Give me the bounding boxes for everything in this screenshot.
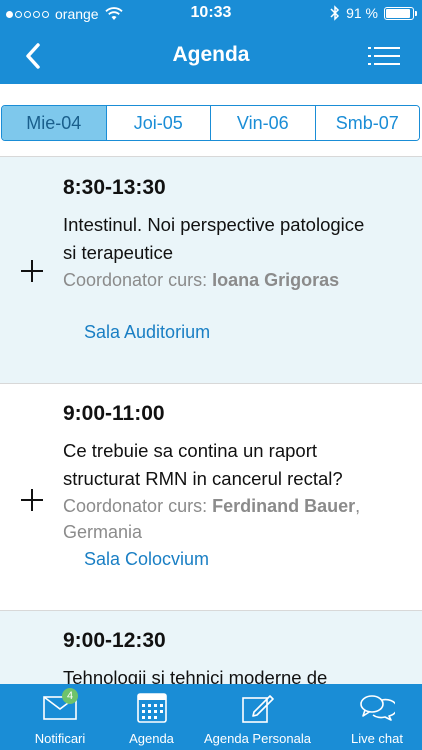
session-list: 8:30-13:30 Intestinul. Noi perspective p…	[0, 157, 422, 684]
bluetooth-icon	[330, 5, 340, 21]
coordinator-country: Germania	[63, 522, 143, 542]
session-row[interactable]: 9:00-11:00 Ce trebuie sa contina un rapo…	[0, 384, 422, 611]
session-topic: Tehnologii si tehnici moderne de	[63, 664, 403, 684]
tab-label: Agenda Personala	[204, 731, 311, 746]
session-time: 9:00-12:30	[63, 629, 166, 652]
list-menu-icon	[368, 47, 400, 65]
nav-bar: Agenda	[0, 28, 422, 84]
add-to-personal-agenda-icon[interactable]	[20, 488, 44, 512]
calendar-icon	[132, 689, 172, 727]
tab-live-chat[interactable]: Live chat	[332, 684, 422, 750]
battery-level	[386, 8, 410, 18]
session-row[interactable]: 9:00-12:30 Tehnologii si tehnici moderne…	[0, 611, 422, 684]
bottom-tab-bar: 4 Notificari Agenda Agenda Personala Liv…	[0, 684, 422, 750]
day-tab-joi-05[interactable]: Joi-05	[106, 106, 211, 140]
session-topic-line: Ce trebuie sa contina un raport	[63, 440, 318, 461]
session-topic-line: si terapeutice	[63, 242, 174, 263]
session-topic-line: structurat RMN in cancerul rectal?	[63, 468, 343, 489]
session-details: 9:00-11:00 Ce trebuie sa contina un rapo…	[63, 400, 403, 571]
session-coordinator: Coordonator curs: Ioana Grigoras	[63, 267, 403, 293]
tab-label: Agenda	[129, 731, 174, 746]
session-coordinator: Coordonator curs: Ferdinand Bauer, Germa…	[63, 493, 403, 545]
day-tab-vin-06[interactable]: Vin-06	[211, 106, 316, 140]
session-topic: Ce trebuie sa contina un raport structur…	[63, 437, 403, 493]
session-time: 9:00-11:00	[63, 402, 165, 425]
session-room[interactable]: Sala Colocvium	[63, 547, 403, 571]
edit-note-icon	[238, 689, 278, 727]
coordinator-name: Ioana Grigoras	[212, 270, 340, 290]
chat-bubbles-icon	[357, 689, 397, 727]
notification-badge: 4	[62, 688, 78, 704]
tab-agenda-personala[interactable]: Agenda Personala	[183, 684, 332, 750]
session-details: 9:00-12:30 Tehnologii si tehnici moderne…	[63, 627, 403, 684]
coordinator-name: Ferdinand Bauer	[212, 496, 356, 516]
tab-label: Live chat	[350, 731, 404, 746]
coordinator-label: Coordonator curs:	[63, 496, 208, 516]
day-tab-mie-04[interactable]: Mie-04	[2, 106, 107, 140]
session-topic: Intestinul. Noi perspective patologice s…	[63, 211, 403, 267]
session-details: 8:30-13:30 Intestinul. Noi perspective p…	[63, 174, 403, 344]
session-row[interactable]: 8:30-13:30 Intestinul. Noi perspective p…	[0, 157, 422, 384]
coordinator-label: Coordonator curs:	[63, 270, 208, 290]
status-right: 91 %	[330, 5, 417, 21]
day-selector: Mie-04 Joi-05 Vin-06 Smb-07	[1, 105, 420, 141]
page-title: Agenda	[172, 43, 250, 66]
session-topic-line: Intestinul. Noi perspective patologice	[63, 214, 365, 235]
menu-button[interactable]	[368, 44, 400, 68]
session-room[interactable]: Sala Auditorium	[63, 320, 403, 344]
battery-icon	[384, 6, 417, 20]
add-to-personal-agenda-icon[interactable]	[20, 259, 44, 283]
status-bar: orange 10:33 91 %	[0, 0, 422, 28]
session-time: 8:30-13:30	[63, 176, 166, 199]
session-topic-line: Tehnologii si tehnici moderne de	[63, 667, 328, 684]
tab-notificari[interactable]: 4 Notificari	[0, 684, 120, 750]
day-tab-smb-07[interactable]: Smb-07	[315, 106, 419, 140]
tab-agenda[interactable]: Agenda	[120, 684, 183, 750]
tab-label: Notificari	[34, 731, 86, 746]
coordinator-separator: ,	[355, 496, 361, 516]
battery-percent: 91 %	[346, 5, 378, 21]
